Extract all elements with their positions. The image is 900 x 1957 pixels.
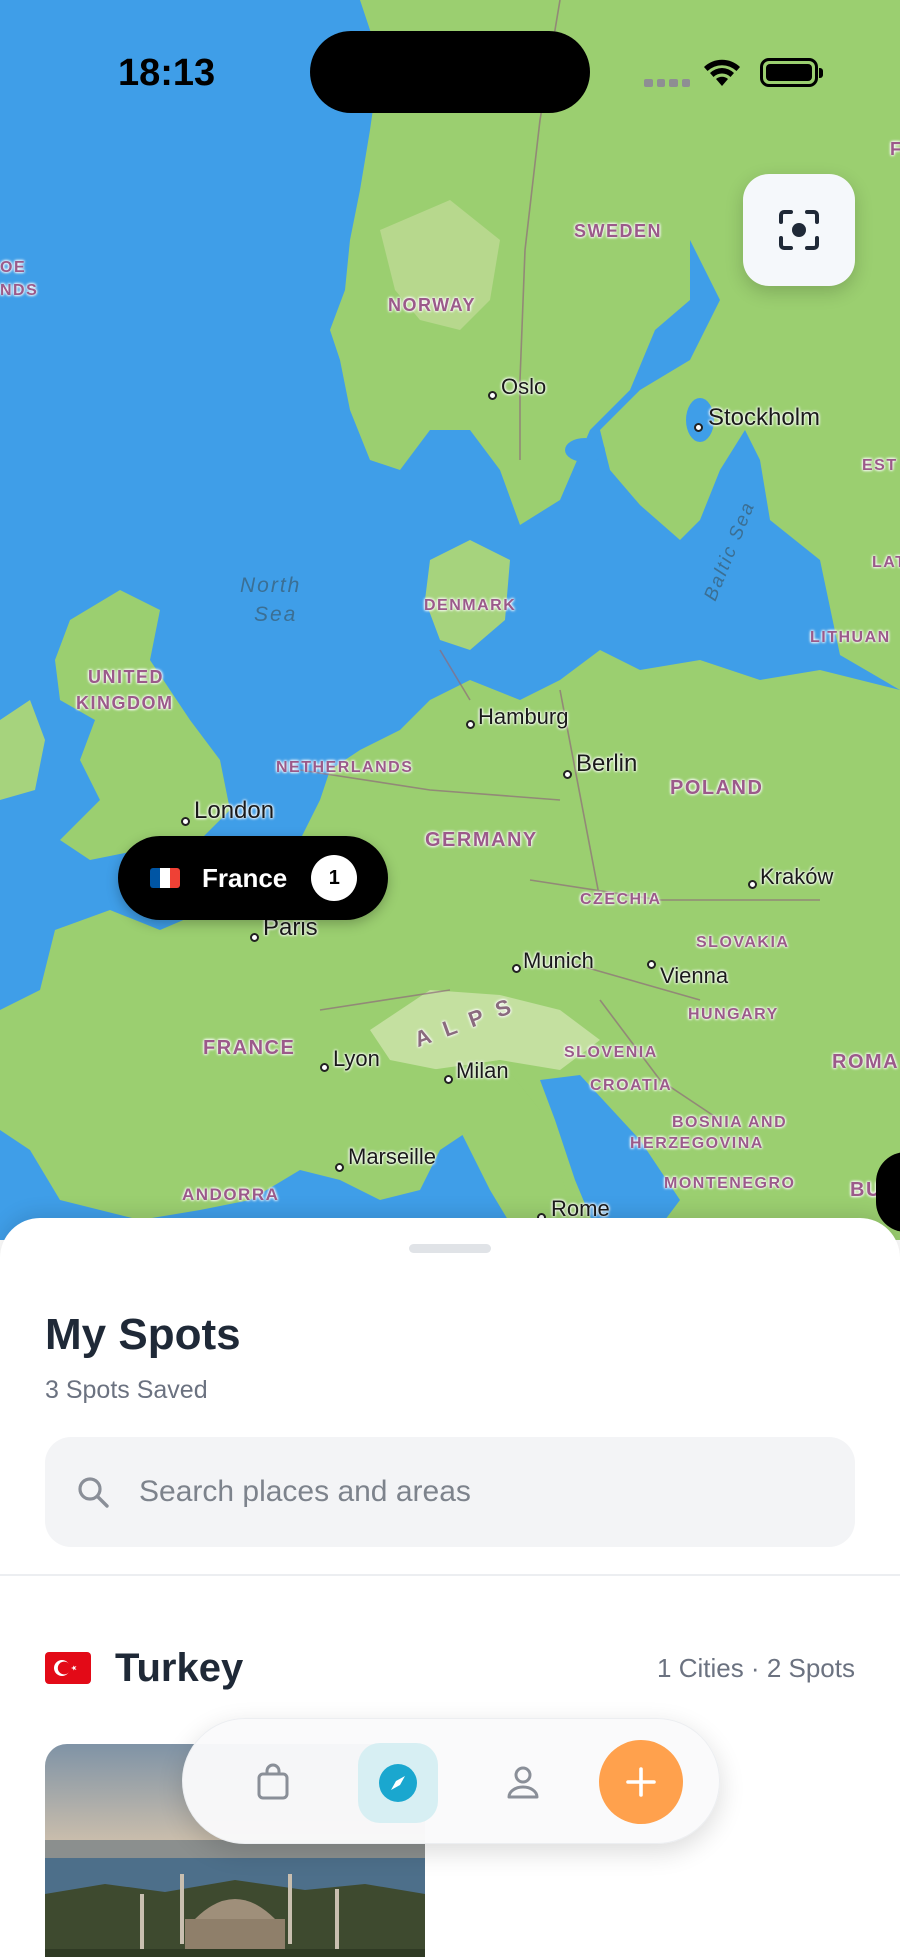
city-dot-stockholm <box>694 423 703 432</box>
map-label-estonia: EST <box>862 457 898 474</box>
focus-scan-icon <box>779 210 819 250</box>
map-label-hungary: HUNGARY <box>688 1006 779 1023</box>
map-label-croatia: CROATIA <box>590 1077 673 1094</box>
map-label-hamburg: Hamburg <box>478 704 569 729</box>
country-pill-label: France <box>202 862 288 893</box>
country-pill-count-badge: 1 <box>311 855 358 901</box>
map-label-poland: POLAND <box>670 777 764 799</box>
sheet-title: My Spots <box>45 1310 241 1359</box>
plus-icon <box>626 1767 656 1797</box>
map-label-bosnia-line2: HERZEGOVINA <box>630 1135 764 1152</box>
map-label-north-sea-line2: Sea <box>254 603 298 626</box>
map-label-france: FRANCE <box>203 1037 296 1059</box>
add-spot-button[interactable] <box>599 1740 683 1824</box>
search-input[interactable] <box>139 1475 789 1509</box>
country-group-header[interactable]: Turkey 1 Cities · 2 Spots <box>45 1638 855 1698</box>
spots-bottom-sheet[interactable]: My Spots 3 Spots Saved Turkey 1 Cities ·… <box>0 1218 900 1957</box>
map-label-lyon: Lyon <box>333 1046 380 1071</box>
map-label-lithuania: LITHUAN <box>810 629 891 646</box>
map-label-marseille: Marseille <box>348 1144 437 1169</box>
map-label-faroe-line2: NDS <box>0 282 39 299</box>
map-label-netherlands: NETHERLANDS <box>276 759 414 776</box>
battery-icon <box>760 58 823 87</box>
map-label-faroe-line1: OE <box>0 259 27 276</box>
city-dot-marseille <box>335 1163 344 1172</box>
map-label-oslo: Oslo <box>501 374 547 399</box>
country-cluster-pill[interactable]: France 1 <box>118 836 388 920</box>
map-label-north-sea-line1: North <box>240 574 302 597</box>
city-dot-munich <box>512 964 521 973</box>
person-icon <box>507 1766 539 1799</box>
tab-explore[interactable] <box>358 1743 438 1823</box>
compass-icon <box>379 1764 417 1802</box>
city-dot-berlin <box>563 770 572 779</box>
section-divider <box>0 1574 900 1576</box>
city-dot-hamburg <box>466 720 475 729</box>
country-group-name: Turkey <box>115 1645 244 1690</box>
city-dot-london <box>181 817 190 826</box>
map-label-munich: Munich <box>523 948 594 973</box>
wifi-icon <box>704 59 740 86</box>
map-label-bosnia-line1: BOSNIA AND <box>672 1114 788 1131</box>
map-label-milan: Milan <box>456 1058 509 1083</box>
map-label-czechia: CZECHIA <box>580 891 662 908</box>
map-label-vienna: Vienna <box>660 963 729 988</box>
map-label-slovakia: SLOVAKIA <box>696 934 790 951</box>
map-label-united-kingdom-line1: UNITED <box>88 667 164 687</box>
map-label-berlin: Berlin <box>576 750 638 777</box>
cellular-signal-icon <box>644 79 690 87</box>
sheet-subtitle: 3 Spots Saved <box>45 1376 208 1404</box>
tab-bag[interactable] <box>243 1752 303 1812</box>
map-view[interactable]: SWEDEN NORWAY DENMARK UNITED KINGDOM NET… <box>0 0 900 1240</box>
city-dot-vienna <box>647 960 656 969</box>
map-label-sweden: SWEDEN <box>574 221 663 241</box>
map-label-slovenia: SLOVENIA <box>564 1044 658 1061</box>
map-label-united-kingdom-line2: KINGDOM <box>76 693 174 713</box>
city-dot-milan <box>444 1075 453 1084</box>
map-label-denmark: DENMARK <box>424 597 517 614</box>
country-group-meta: 1 Cities · 2 Spots <box>657 1652 855 1683</box>
shopping-bag-icon <box>257 1763 289 1800</box>
focus-scan-button[interactable] <box>743 174 855 286</box>
map-label-germany: GERMANY <box>425 829 538 851</box>
sheet-grabber-handle[interactable] <box>409 1244 491 1253</box>
city-dot-lyon <box>320 1063 329 1072</box>
map-label-finland: F <box>890 139 900 159</box>
map-label-rome: Rome <box>551 1196 610 1221</box>
city-dot-krakow <box>748 880 757 889</box>
city-dot-oslo <box>488 391 497 400</box>
map-label-stockholm: Stockholm <box>708 404 821 431</box>
map-label-norway: NORWAY <box>388 295 477 315</box>
map-label-london: London <box>194 797 275 824</box>
tab-profile[interactable] <box>493 1752 553 1812</box>
status-time: 18:13 <box>118 52 216 94</box>
map-label-montenegro: MONTENEGRO <box>664 1175 796 1192</box>
map-label-andorra: ANDORRA <box>182 1185 280 1204</box>
city-dot-paris <box>250 933 259 942</box>
dynamic-island <box>310 31 590 113</box>
map-label-latvia: LAT <box>872 554 900 571</box>
map-label-krakow: Kraków <box>760 864 834 889</box>
turkey-flag-icon <box>45 1652 91 1684</box>
map-label-romania: ROMA <box>832 1051 900 1073</box>
search-bar[interactable] <box>45 1437 855 1547</box>
france-flag-icon <box>150 868 180 888</box>
floating-tab-bar <box>182 1718 720 1844</box>
search-icon <box>78 1477 109 1508</box>
